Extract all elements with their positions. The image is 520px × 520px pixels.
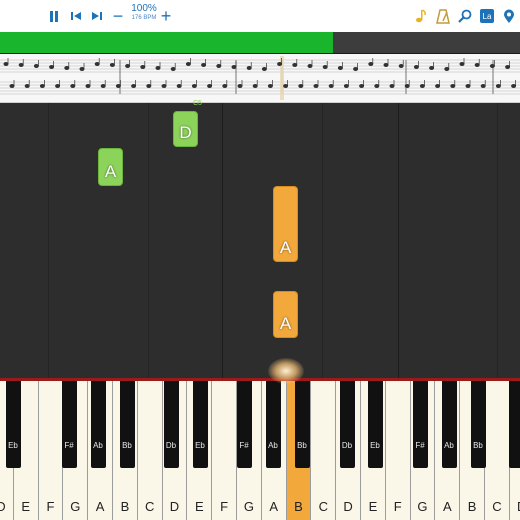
black-key[interactable]: F# [236,381,252,468]
falling-note-orange[interactable]: A [273,186,298,262]
la-icon: La [480,9,494,23]
note-label: A [279,238,292,257]
falling-note-orange[interactable]: A [273,291,298,338]
sheet-music-staff [0,56,520,100]
song-progress-bar[interactable] [0,32,520,54]
tempo-bpm: 176 BPM [131,15,157,21]
white-key[interactable]: C [137,381,163,520]
sheet-music-strip[interactable] [0,54,520,103]
black-key[interactable]: Ab [265,381,281,468]
la-button[interactable]: La [476,0,498,32]
black-key[interactable]: Bb [119,381,135,468]
black-key[interactable]: Ab [90,381,106,468]
speed-increase-button[interactable]: + [158,6,174,26]
black-key[interactable]: Eb [5,381,21,468]
pause-button[interactable] [46,8,62,24]
speed-display: 100% 176 BPM [128,3,160,22]
white-key[interactable]: C [485,381,510,520]
note-label: D [179,123,192,142]
white-key[interactable]: F [212,381,237,520]
white-key[interactable]: C [311,381,337,520]
skip-forward-icon [92,12,102,20]
black-key[interactable] [509,381,520,468]
speed-percent: 100% [131,3,157,14]
song-progress-fill [0,32,333,54]
metronome-icon [436,8,450,24]
piano-roll: A D A A [0,103,520,378]
magnifier-button[interactable] [454,0,476,32]
black-key[interactable]: F# [61,381,77,468]
black-key[interactable]: Bb [294,381,310,468]
black-key[interactable]: Ab [441,381,457,468]
black-key[interactable]: Bb [470,381,486,468]
piano-keyboard: DEFGABCDEFGABCDEFGABCD EbF#AbBbDbEbF#AbB… [0,378,520,520]
speed-decrease-button[interactable]: − [110,6,126,26]
pause-icon [50,10,58,22]
top-toolbar: − 100% 176 BPM + La [0,0,520,32]
partial-note-label: C5 [193,100,202,107]
location-icon [504,9,514,23]
key-hit-glow [268,358,304,384]
white-key[interactable]: F [38,381,64,520]
falling-note-green[interactable]: D [173,111,198,147]
location-button[interactable] [498,0,520,32]
toolbar-right-group: La [410,0,520,32]
skip-forward-button[interactable] [89,8,105,24]
note-label: A [279,314,292,333]
white-key[interactable]: F [385,381,411,520]
magnifier-icon [458,9,472,23]
skip-back-button[interactable] [68,8,84,24]
black-key[interactable]: Eb [367,381,383,468]
black-key[interactable]: Db [163,381,179,468]
falling-note-green[interactable]: A [98,148,123,186]
skip-back-icon [71,12,81,20]
black-key[interactable]: Db [339,381,355,468]
black-key[interactable]: Eb [192,381,208,468]
black-key[interactable]: F# [412,381,428,468]
metronome-button[interactable] [432,0,454,32]
note-label: A [104,162,117,181]
music-note-button[interactable] [410,0,432,32]
music-note-icon [416,9,426,23]
